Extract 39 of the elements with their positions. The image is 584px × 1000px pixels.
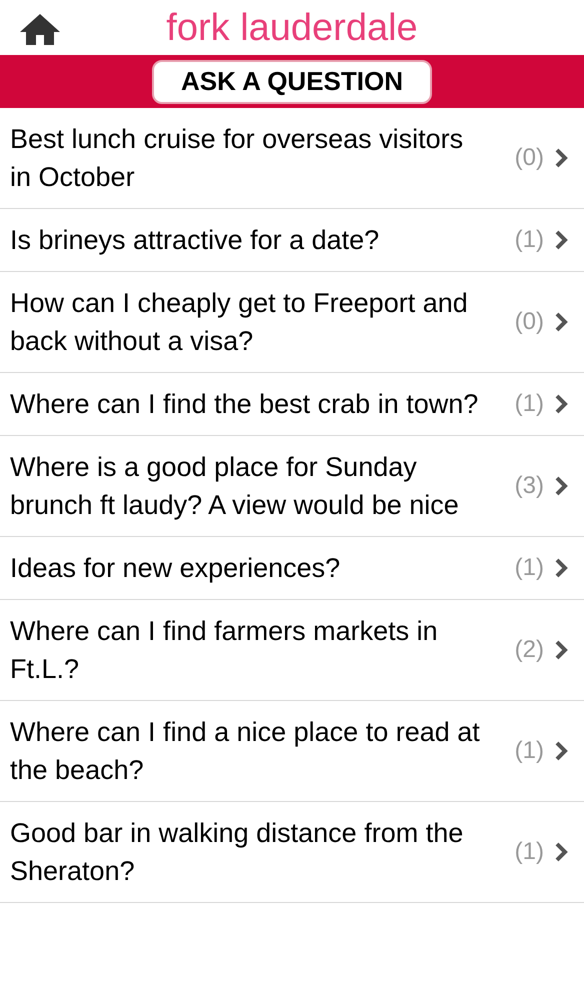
answer-count: (3) — [514, 471, 544, 501]
chevron-right-icon — [554, 147, 568, 169]
question-title: Ideas for new experiences? — [10, 552, 342, 585]
question-title: How can I cheaply get to Freeport and back without a visa? — [10, 287, 469, 358]
answer-count: (1) — [514, 736, 544, 766]
question-title: Where is a good place for Sunday brunch ft laudy? A view would be nice — [10, 451, 460, 522]
question-row[interactable]: Where can I find a nice place to read at the beach? (1) — [0, 701, 584, 802]
answer-count: (0) — [514, 307, 544, 337]
question-row[interactable]: Best lunch cruise for overseas visitors in October (0) — [0, 108, 584, 209]
question-title: Is brineys attractive for a date? — [10, 224, 380, 257]
answer-count: (2) — [514, 635, 544, 665]
question-title: Good bar in walking distance from the Sheraton? — [10, 817, 464, 888]
answer-count: (1) — [514, 553, 544, 583]
question-title: Where can I find farmers markets in Ft.L.? — [10, 615, 439, 686]
question-title: Best lunch cruise for overseas visitors in October — [10, 123, 464, 194]
ask-question-button[interactable]: ASK A QUESTION — [152, 60, 432, 104]
home-icon[interactable] — [18, 12, 62, 46]
question-title: Where can I find the best crab in town? — [10, 388, 480, 421]
chevron-right-icon — [554, 557, 568, 579]
question-row[interactable]: Where can I find the best crab in town? (1) — [0, 373, 584, 436]
chevron-right-icon — [554, 639, 568, 661]
chevron-right-icon — [554, 393, 568, 415]
question-row[interactable]: Where is a good place for Sunday brunch ft laudy? A view would be nice (3) — [0, 436, 584, 537]
chevron-right-icon — [554, 229, 568, 251]
question-row[interactable]: Is brineys attractive for a date? (1) — [0, 209, 584, 272]
question-row[interactable]: Good bar in walking distance from the Sheraton? (1) — [0, 802, 584, 903]
chevron-right-icon — [554, 841, 568, 863]
question-row[interactable]: How can I cheaply get to Freeport and back without a visa? (0) — [0, 272, 584, 373]
answer-count: (1) — [514, 837, 544, 867]
question-row[interactable]: Ideas for new experiences? (1) — [0, 537, 584, 600]
app-title: fork lauderdale — [166, 8, 418, 46]
answer-count: (1) — [514, 225, 544, 255]
question-title: Where can I find a nice place to read at the beach? — [10, 716, 481, 787]
chevron-right-icon — [554, 740, 568, 762]
question-row[interactable]: Where can I find farmers markets in Ft.L.? (2) — [0, 600, 584, 701]
answer-count: (0) — [514, 143, 544, 173]
answer-count: (1) — [514, 389, 544, 419]
chevron-right-icon — [554, 311, 568, 333]
chevron-right-icon — [554, 475, 568, 497]
